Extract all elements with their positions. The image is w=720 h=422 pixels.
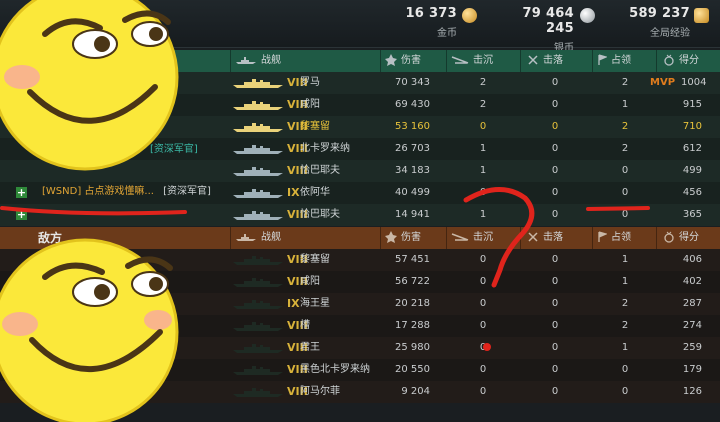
smiling-face-sticker-icon (0, 0, 179, 171)
annotation-dash-right (586, 206, 650, 211)
annotation-question-mark (463, 187, 535, 288)
annotation-question-dot (483, 343, 491, 351)
smiling-face-sticker-icon-2 (0, 238, 179, 422)
annotation-underline-left (0, 206, 187, 216)
